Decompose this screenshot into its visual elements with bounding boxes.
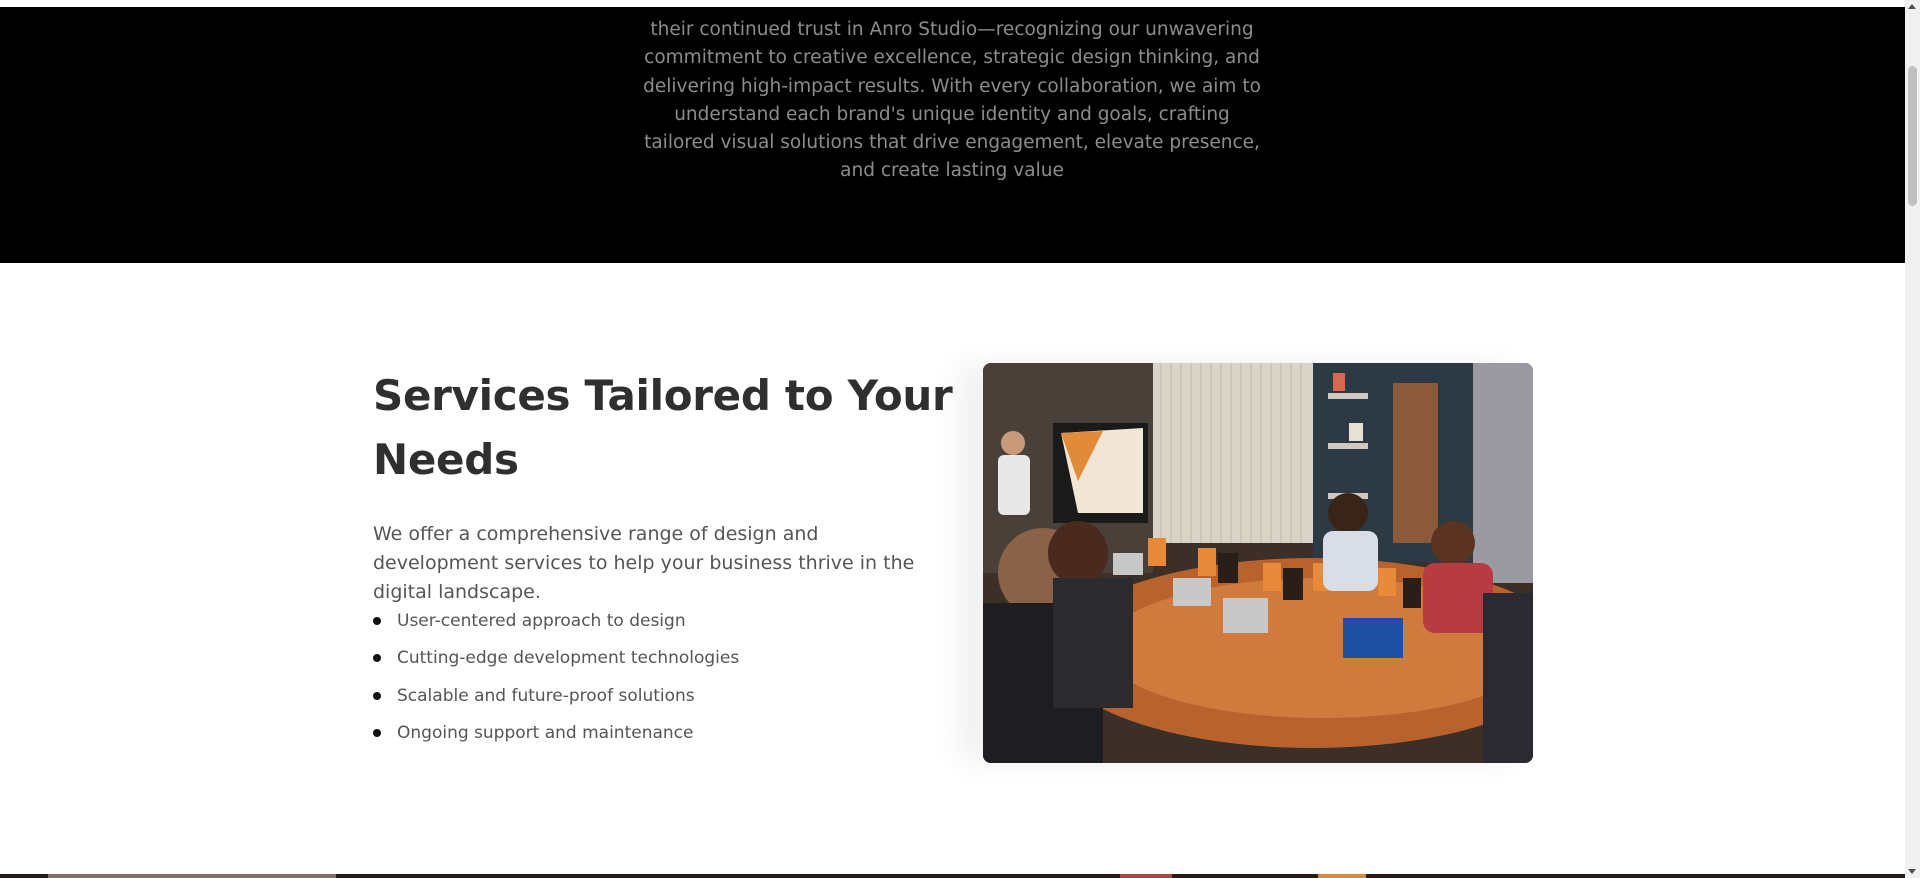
feature-label: Scalable and future-proof solutions (397, 685, 695, 706)
meeting-illustration (983, 363, 1533, 763)
feature-item: Ongoing support and maintenance (373, 715, 739, 753)
intro-paragraph: their continued trust in Anro Studio—rec… (643, 19, 1261, 182)
feature-item: Scalable and future-proof solutions (373, 677, 739, 715)
scroll-down-arrow-icon[interactable] (1908, 869, 1916, 874)
next-section-edge-segment (1318, 874, 1366, 878)
next-section-edge-segment (1120, 874, 1172, 878)
feature-label: Ongoing support and maintenance (397, 723, 694, 744)
services-title: Services Tailored to Your Needs (373, 371, 953, 484)
feature-label: User-centered approach to design (397, 610, 686, 631)
features-list: User-centered approach to design Cutting… (373, 602, 739, 752)
scroll-up-arrow-icon[interactable] (1908, 4, 1916, 9)
bullet-dot-icon (373, 654, 381, 663)
feature-item: Cutting-edge development technologies (373, 640, 739, 678)
feature-label: Cutting-edge development technologies (397, 648, 740, 669)
meeting-photo (983, 363, 1533, 763)
vertical-scrollbar[interactable] (1905, 0, 1920, 878)
bullet-dot-icon (373, 691, 381, 700)
feature-item: User-centered approach to design (373, 602, 739, 640)
bullet-dot-icon (373, 729, 381, 738)
next-section-edge-segment (48, 874, 336, 878)
services-description: We offer a comprehensive range of design… (373, 523, 915, 603)
top-strip (0, 0, 1905, 7)
next-section-edge (0, 874, 1905, 878)
bullet-dot-icon (373, 616, 381, 625)
scrollbar-thumb[interactable] (1908, 66, 1917, 206)
services-section (0, 263, 1905, 878)
